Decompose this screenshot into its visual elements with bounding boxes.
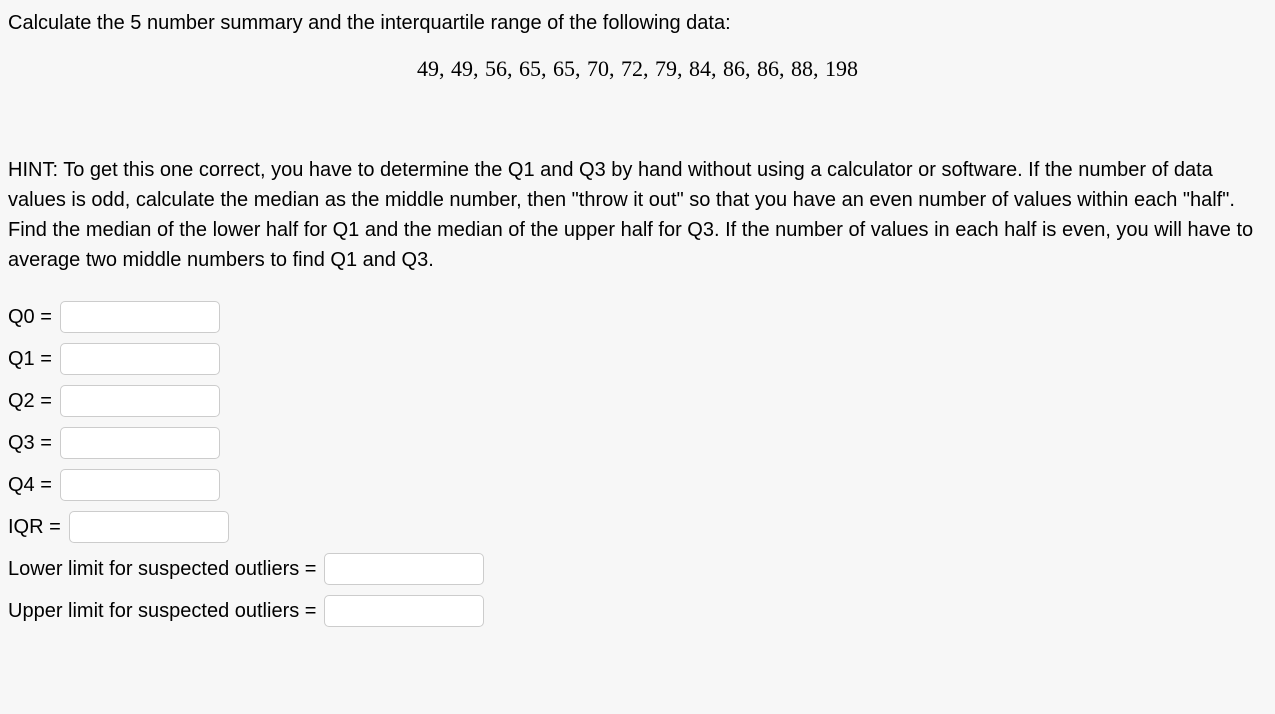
answer-row-iqr: IQR = — [8, 511, 1267, 543]
q2-input[interactable] — [60, 385, 220, 417]
iqr-input[interactable] — [69, 511, 229, 543]
data-values: 49, 49, 56, 65, 65, 70, 72, 79, 84, 86, … — [8, 52, 1267, 85]
q0-label: Q0 = — [8, 302, 52, 332]
lower-limit-label: Lower limit for suspected outliers = — [8, 554, 316, 584]
answer-row-q2: Q2 = — [8, 385, 1267, 417]
question-prompt: Calculate the 5 number summary and the i… — [8, 8, 1267, 38]
hint-text: HINT: To get this one correct, you have … — [8, 155, 1267, 275]
lower-limit-input[interactable] — [324, 553, 484, 585]
answer-section: Q0 = Q1 = Q2 = Q3 = Q4 = IQR = Lower lim… — [8, 301, 1267, 627]
q0-input[interactable] — [60, 301, 220, 333]
q3-label: Q3 = — [8, 428, 52, 458]
q4-label: Q4 = — [8, 470, 52, 500]
q1-input[interactable] — [60, 343, 220, 375]
q4-input[interactable] — [60, 469, 220, 501]
answer-row-upper-limit: Upper limit for suspected outliers = — [8, 595, 1267, 627]
q1-label: Q1 = — [8, 344, 52, 374]
q2-label: Q2 = — [8, 386, 52, 416]
answer-row-q3: Q3 = — [8, 427, 1267, 459]
q3-input[interactable] — [60, 427, 220, 459]
iqr-label: IQR = — [8, 512, 61, 542]
answer-row-q1: Q1 = — [8, 343, 1267, 375]
upper-limit-input[interactable] — [324, 595, 484, 627]
answer-row-lower-limit: Lower limit for suspected outliers = — [8, 553, 1267, 585]
answer-row-q0: Q0 = — [8, 301, 1267, 333]
upper-limit-label: Upper limit for suspected outliers = — [8, 596, 316, 626]
answer-row-q4: Q4 = — [8, 469, 1267, 501]
